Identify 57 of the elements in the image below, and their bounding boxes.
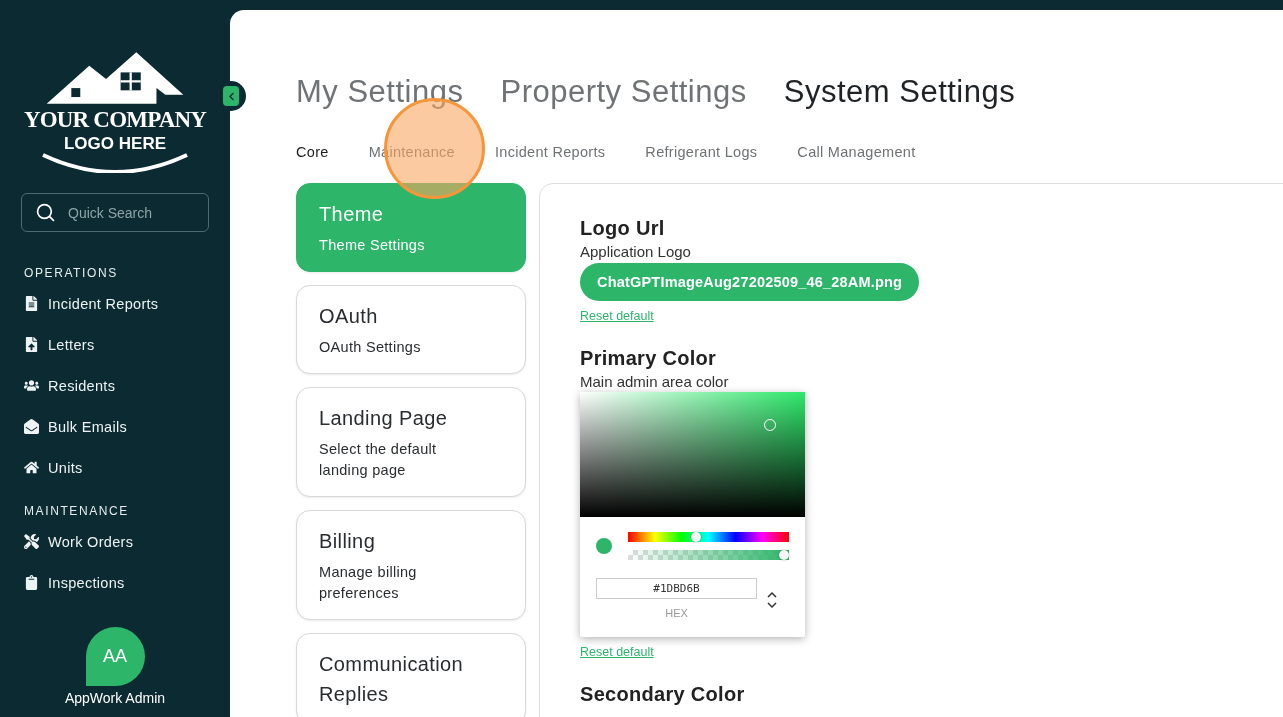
hex-label: HEX — [665, 607, 688, 621]
settings-tab[interactable]: Property Settings — [500, 74, 747, 110]
field-description: Main admin area color — [580, 373, 729, 390]
settings-card[interactable]: Billing Manage billing preferences — [296, 510, 526, 620]
saturation-area[interactable] — [580, 392, 805, 517]
settings-tab[interactable]: System Settings — [783, 74, 1016, 110]
user-name: AppWork Admin — [64, 690, 166, 706]
hue-thumb[interactable] — [691, 532, 702, 542]
card-title: Landing Page — [319, 406, 449, 431]
settings-card[interactable]: Landing Page Select the default landing page — [296, 387, 526, 497]
nav-item[interactable]: Incident Reports — [24, 283, 159, 324]
envelope-icon — [24, 419, 39, 434]
field-title: Logo Url — [580, 217, 665, 240]
chevron-icon — [223, 86, 239, 106]
card-subtitle: Manage billing preferences — [319, 563, 418, 603]
search-field[interactable]: Quick Search — [21, 193, 209, 232]
sub-tab[interactable]: Core — [296, 144, 329, 160]
field-description: Application Logo — [580, 243, 691, 260]
logo-text: YOUR COMPANY — [23, 108, 207, 132]
card-subtitle: Theme Settings — [319, 236, 426, 255]
section-heading: OPERATIONS — [24, 265, 118, 282]
card-title: Billing — [319, 529, 377, 554]
hue-slider[interactable] — [628, 532, 789, 542]
nav-item[interactable]: Letters — [24, 324, 95, 365]
nav-item[interactable]: Inspections — [24, 562, 125, 603]
clipboard-icon — [24, 575, 39, 590]
hex-input[interactable]: #1DBD6B — [596, 578, 757, 599]
sub-tab[interactable]: Incident Reports — [494, 144, 606, 160]
people-icon — [24, 378, 39, 393]
nav-item[interactable]: Units — [24, 447, 83, 488]
tools-icon — [24, 534, 39, 549]
section-heading: MAINTENANCE — [24, 503, 129, 520]
house-icon — [24, 460, 39, 475]
card-title: OAuth — [319, 304, 379, 329]
sub-tab[interactable]: Call Management — [797, 144, 916, 160]
nav-item[interactable]: Bulk Emails — [24, 406, 128, 447]
logo-arc-icon — [40, 153, 190, 173]
field-title: Secondary Color — [580, 683, 745, 706]
alpha-thumb[interactable] — [779, 550, 789, 560]
settings-tab[interactable]: My Settings — [296, 74, 464, 110]
logo-text: LOGO HERE — [64, 135, 166, 153]
nav-item[interactable]: Work Orders — [24, 521, 134, 562]
color-swatch — [596, 538, 612, 554]
card-subtitle: OAuth Settings — [319, 338, 422, 357]
file-upload-icon — [24, 337, 39, 352]
settings-card[interactable]: Communication Replies — [296, 633, 526, 717]
nav-item[interactable]: Residents — [24, 365, 116, 406]
alpha-slider[interactable] — [628, 550, 789, 560]
format-toggle-icon[interactable] — [767, 591, 777, 609]
field-title: Primary Color — [580, 347, 717, 370]
settings-card[interactable]: OAuth OAuth Settings — [296, 285, 526, 374]
card-subtitle: Select the default landing page — [319, 440, 438, 480]
search-icon — [36, 203, 55, 222]
card-title: Communication Replies — [319, 652, 465, 707]
sub-tab[interactable]: Refrigerant Logs — [645, 144, 758, 160]
document-icon — [24, 296, 39, 311]
card-title: Theme — [319, 202, 385, 227]
